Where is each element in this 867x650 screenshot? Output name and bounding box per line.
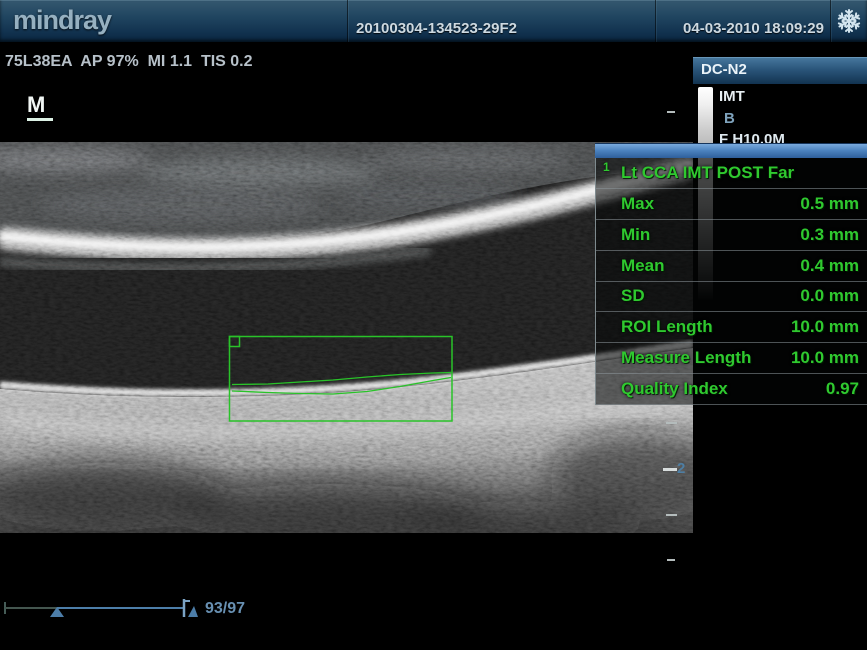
result-row-max: Max 0.5 mm <box>596 189 867 220</box>
result-label: SD <box>621 286 645 306</box>
result-label: Max <box>621 194 654 214</box>
depth-tick <box>667 111 675 113</box>
depth-tick <box>666 514 677 516</box>
section-divider <box>655 0 656 42</box>
result-title-row: 1 Lt CCA IMT POST Far <box>596 158 867 189</box>
depth-label: 2 <box>677 460 685 477</box>
top-status-bar: mindray 20100304-134523-29F2 04-03-2010 … <box>0 0 867 42</box>
orientation-marker: M <box>27 94 53 121</box>
snowflake-icon <box>836 8 862 34</box>
ultrasound-image <box>0 142 693 533</box>
results-panel-body: 1 Lt CCA IMT POST Far Max 0.5 mm Min 0.3… <box>595 158 867 405</box>
result-value: 0.97 <box>826 379 859 399</box>
measurement-results-panel: 1 Lt CCA IMT POST Far Max 0.5 mm Min 0.3… <box>595 143 867 405</box>
orientation-marker-letter: M <box>27 92 45 117</box>
result-label: Mean <box>621 256 664 276</box>
measurement-index: 1 <box>603 160 610 174</box>
system-datetime: 04-03-2010 18:09:29 <box>658 20 824 37</box>
section-divider <box>347 0 348 42</box>
result-value: 0.4 mm <box>800 256 859 276</box>
result-label: ROI Length <box>621 317 713 337</box>
orientation-marker-underline <box>27 118 53 121</box>
section-divider <box>830 0 831 42</box>
result-value: 10.0 mm <box>791 317 859 337</box>
result-label: Quality Index <box>621 379 728 399</box>
result-row-min: Min 0.3 mm <box>596 220 867 251</box>
depth-tick <box>666 422 677 424</box>
result-row-mean: Mean 0.4 mm <box>596 251 867 282</box>
mindray-logo: mindray <box>13 5 111 36</box>
results-panel-header[interactable] <box>595 143 867 158</box>
model-badge: DC-N2 <box>693 57 867 84</box>
depth-tick-major <box>663 468 677 471</box>
result-row-roi-length: ROI Length 10.0 mm <box>596 312 867 343</box>
result-label: Measure Length <box>621 348 751 368</box>
result-value: 10.0 mm <box>791 348 859 368</box>
cine-end-triangle[interactable] <box>188 606 198 617</box>
mode-label-b: B <box>724 110 735 127</box>
depth-tick <box>667 559 675 561</box>
result-row-quality-index: Quality Index 0.97 <box>596 374 867 405</box>
probe-power-status: 75L38EA AP 97% MI 1.1 TIS 0.2 <box>5 53 253 71</box>
result-value: 0.3 mm <box>800 225 859 245</box>
result-row-sd: SD 0.0 mm <box>596 282 867 313</box>
result-label: Min <box>621 225 650 245</box>
frame-counter: 93/97 <box>205 600 245 618</box>
result-value: 0.0 mm <box>800 286 859 306</box>
result-row-measure-length: Measure Length 10.0 mm <box>596 343 867 374</box>
model-name: DC-N2 <box>701 61 747 78</box>
result-value: 0.5 mm <box>800 194 859 214</box>
ultrasound-screen: mindray 20100304-134523-29F2 04-03-2010 … <box>0 0 867 650</box>
measurement-title: Lt CCA IMT POST Far <box>621 163 794 183</box>
mode-label-imt: IMT <box>719 88 745 105</box>
exam-id: 20100304-134523-29F2 <box>356 20 517 37</box>
